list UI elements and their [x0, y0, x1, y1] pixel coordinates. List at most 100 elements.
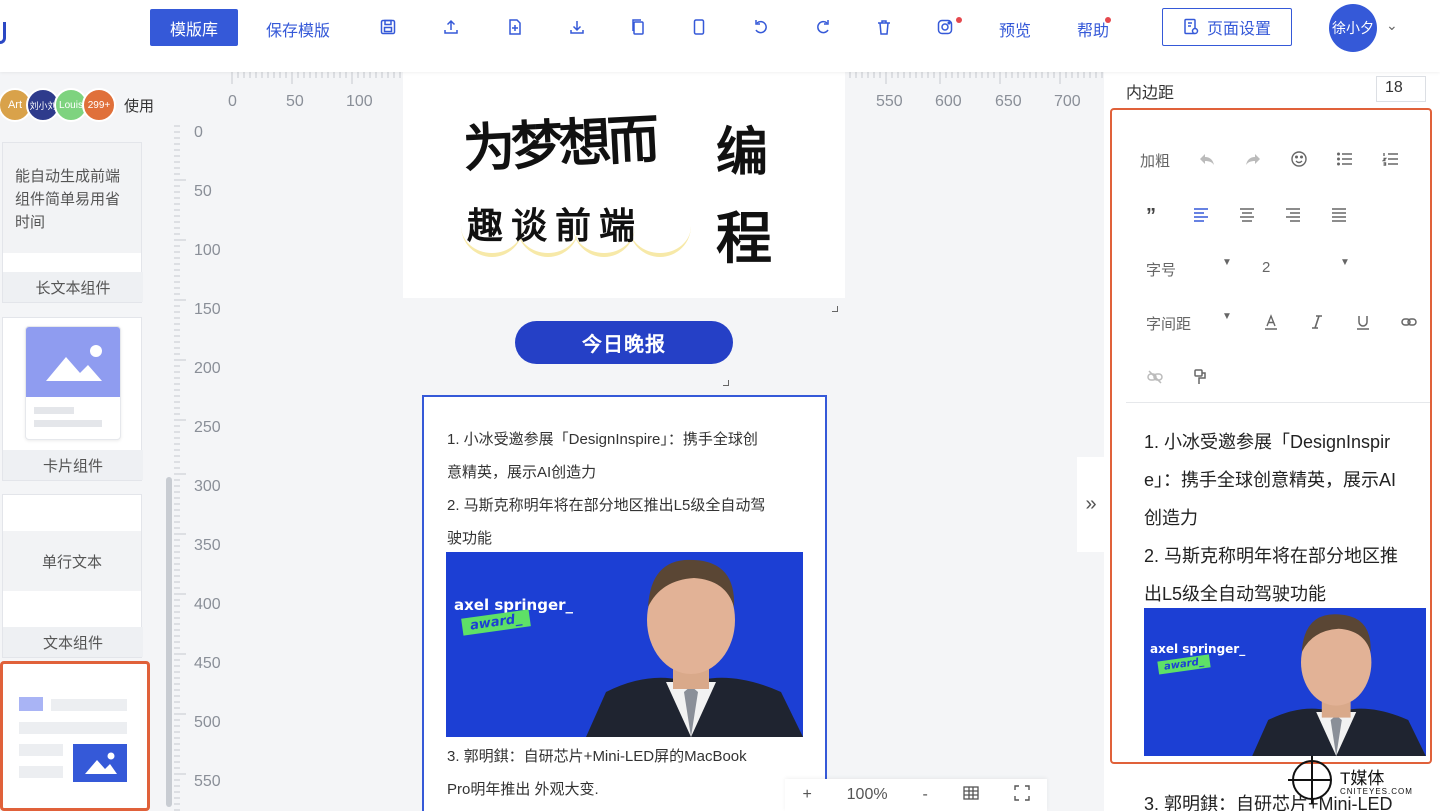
grid-icon[interactable]	[963, 785, 979, 805]
bold-button[interactable]: 加粗	[1140, 150, 1170, 171]
underline-icon[interactable]	[1354, 313, 1372, 331]
watermark-title: T媒体	[1340, 769, 1385, 788]
chevron-down-icon[interactable]: ▼	[1222, 311, 1232, 322]
zoom-level: 100%	[846, 786, 888, 803]
redo-icon[interactable]	[812, 16, 834, 38]
sidebar-scrollbar[interactable]	[166, 477, 172, 807]
image-placeholder-icon	[26, 327, 120, 397]
image-text-component-card[interactable]	[0, 661, 150, 811]
use-label[interactable]: 使用	[124, 95, 154, 116]
daily-news-title[interactable]: 今日晚报	[515, 321, 733, 364]
save-icon[interactable]	[377, 16, 399, 38]
undo-icon[interactable]	[750, 16, 772, 38]
padding-label: 内边距	[1126, 85, 1175, 102]
preview-line: 能自动生成前端	[15, 168, 121, 185]
undo-icon[interactable]	[1198, 150, 1216, 168]
card-component-card[interactable]: 卡片组件	[2, 317, 143, 481]
component-label: 文本组件	[3, 627, 143, 657]
align-left-icon[interactable]	[1192, 205, 1210, 223]
ruler-tick-label: 600	[935, 93, 962, 110]
link-icon[interactable]	[1400, 313, 1418, 331]
news-text-block[interactable]: 1. 小冰受邀参展「DesignInspire」：携手全球创 意精英，展示AI创…	[422, 395, 827, 811]
watermark-logo: T媒体 CNITEYES.COM	[1288, 752, 1438, 811]
news-photo[interactable]: axel springer_ award_	[446, 552, 803, 737]
editor-photo[interactable]: axel springer_ award_	[1144, 608, 1426, 756]
ruler-tick-label: 100	[194, 242, 221, 259]
ruler-tick-label: 550	[876, 93, 903, 110]
news-line: 3. 郭明錤：自研芯片+Mini-LED屏的MacBook	[447, 748, 747, 765]
template-library-button[interactable]: 模版库	[150, 9, 238, 46]
ruler-tick-label: 200	[194, 360, 221, 377]
add-file-icon[interactable]	[504, 16, 526, 38]
ruler-tick-label: 250	[194, 419, 221, 436]
toolbar-divider	[1126, 402, 1430, 403]
padding-input[interactable]: 18	[1376, 76, 1426, 102]
bullet-list-icon[interactable]	[1336, 150, 1354, 168]
rich-text-editor[interactable]: 加粗 ” 字号 ▼ 2 ▼ 字间距 ▼ 1. 小冰受邀参展「DesignInsp…	[1110, 108, 1432, 764]
unlink-icon[interactable]	[1146, 368, 1164, 386]
banner-image[interactable]: 为梦想而 编 趣谈前端 程	[403, 72, 845, 312]
component-label: 长文本组件	[3, 272, 143, 302]
zoom-controls: + 100% -	[785, 779, 1047, 811]
long-text-preview: 能自动生成前端 组件简单易用省 时间	[3, 143, 141, 253]
chevron-down-icon[interactable]: ▼	[1222, 257, 1232, 268]
instagram-icon[interactable]	[934, 16, 956, 38]
font-size-select[interactable]: 2	[1262, 259, 1270, 276]
resize-handle[interactable]	[832, 306, 838, 312]
component-sidebar: Art 刘小刘 Louis 299+ 使用 能自动生成前端 组件简单易用省 时间…	[0, 72, 174, 811]
preview-line: 时间	[15, 214, 46, 231]
chevron-down-icon[interactable]: ⌄	[1386, 17, 1398, 34]
format-painter-icon[interactable]	[1192, 368, 1210, 386]
numbered-list-icon[interactable]	[1382, 150, 1400, 168]
editor-line: 1. 小冰受邀参展「DesignInspir	[1144, 432, 1391, 452]
zoom-out-button[interactable]: -	[922, 786, 927, 804]
fullscreen-icon[interactable]	[1013, 784, 1030, 806]
watermark-sub: CNITEYES.COM	[1340, 787, 1413, 796]
banner-title-line2: 趣谈前端	[467, 205, 644, 247]
left-ruler	[174, 125, 186, 811]
collapse-panel-button[interactable]: »	[1077, 457, 1105, 552]
text-component-card[interactable]: 单行文本 文本组件	[2, 494, 143, 658]
user-avatar[interactable]: 徐小夕	[1329, 4, 1377, 52]
ruler-tick-label: 100	[346, 93, 373, 110]
settings-doc-icon	[1184, 18, 1199, 35]
news-line: 2. 马斯克称明年将在部分地区推出L5级全自动驾	[447, 497, 766, 514]
preview-line: 组件简单易用省	[15, 191, 121, 208]
ruler-tick-label: 650	[995, 93, 1022, 110]
align-justify-icon[interactable]	[1330, 205, 1348, 223]
preview-button[interactable]: 预览	[999, 17, 1031, 41]
person-silhouette	[586, 559, 803, 737]
emoji-icon[interactable]	[1290, 150, 1308, 168]
chevron-down-icon[interactable]: ▼	[1340, 257, 1350, 268]
ruler-tick-label: 300	[194, 478, 221, 495]
banner-title-line1: 为梦想而	[461, 109, 657, 180]
quote-icon[interactable]: ”	[1146, 205, 1156, 228]
news-line: 驶功能	[447, 530, 493, 547]
ruler-tick-label: 50	[286, 93, 304, 110]
redo-icon[interactable]	[1244, 150, 1262, 168]
page-settings-label: 页面设置	[1206, 21, 1271, 38]
zoom-in-button[interactable]: +	[802, 786, 811, 804]
avatar-count-badge[interactable]: 299+	[82, 88, 116, 122]
ruler-tick-label: 0	[228, 93, 237, 110]
long-text-component-card[interactable]: 能自动生成前端 组件简单易用省 时间 长文本组件	[2, 142, 143, 303]
upload-icon[interactable]	[440, 16, 462, 38]
delete-icon[interactable]	[873, 16, 895, 38]
align-right-icon[interactable]	[1284, 205, 1302, 223]
help-notification-dot	[1105, 17, 1111, 23]
letter-spacing-label: 字间距	[1146, 316, 1192, 333]
news-line: 意精英，展示AI创造力	[447, 464, 597, 481]
resize-handle[interactable]	[723, 380, 729, 386]
single-line-text-preview: 单行文本	[3, 531, 141, 591]
notification-dot	[956, 17, 962, 23]
page-settings-button[interactable]: 页面设置	[1162, 8, 1292, 46]
align-center-icon[interactable]	[1238, 205, 1256, 223]
copy-icon[interactable]	[627, 16, 649, 38]
editor-line: 出L5级全自动驾驶功能	[1144, 584, 1327, 604]
download-icon[interactable]	[566, 16, 588, 38]
mobile-icon[interactable]	[688, 16, 710, 38]
save-template-button[interactable]: 保存模版	[266, 17, 330, 41]
font-color-icon[interactable]	[1262, 313, 1280, 331]
component-label: 卡片组件	[3, 450, 143, 480]
italic-icon[interactable]	[1308, 313, 1326, 331]
